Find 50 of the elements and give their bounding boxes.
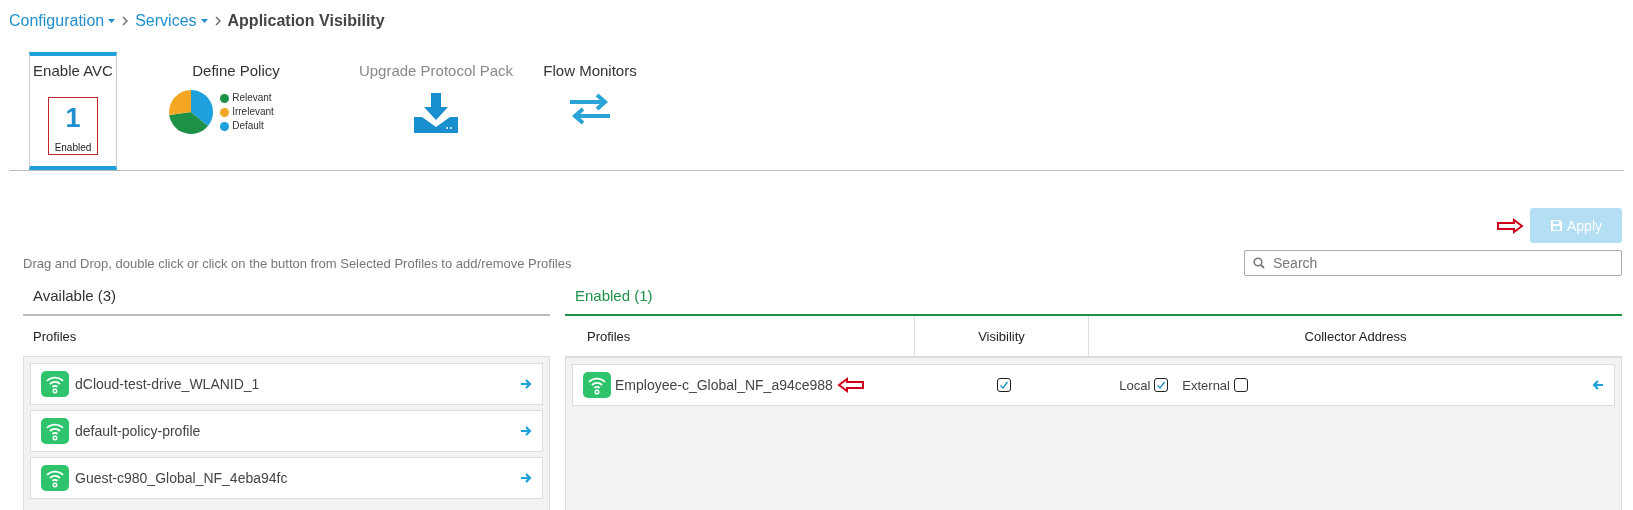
- column-header: Profiles: [587, 328, 631, 344]
- panel-title: Available (3): [23, 287, 550, 316]
- breadcrumb-link[interactable]: Configuration: [9, 12, 116, 30]
- profile-item[interactable]: default-policy-profile: [30, 410, 543, 452]
- add-arrow-icon[interactable]: [520, 472, 532, 484]
- arrow-icon: [1496, 217, 1524, 234]
- chevron-icon: [121, 16, 130, 26]
- checkbox-label: External: [1182, 377, 1230, 393]
- legend-label: Default: [232, 119, 264, 133]
- wifi-icon: [41, 465, 69, 491]
- legend-label: Irrelevant: [232, 105, 274, 119]
- count-caption: Enabled: [54, 142, 92, 153]
- add-arrow-icon[interactable]: [520, 425, 532, 437]
- swap-arrows-icon: [570, 93, 610, 125]
- pie-icon: [168, 89, 215, 135]
- wifi-icon: [41, 371, 69, 397]
- profile-name: Employee-c_Global_NF_a94ce988: [615, 377, 833, 393]
- download-icon: [414, 93, 458, 133]
- column-header: Visibility: [978, 328, 1025, 344]
- count-value: 1: [65, 103, 81, 134]
- checkbox[interactable]: [1234, 378, 1248, 392]
- caret-icon[interactable]: [108, 19, 116, 23]
- instruction-text: Drag and Drop, double click or click on the button from Selected Profiles to add/remove Profiles: [23, 255, 572, 271]
- profile-item[interactable]: Guest-c980_Global_NF_4eba94fc: [30, 457, 543, 499]
- nav-tab[interactable]: Enable AVC 1 Enabled: [29, 52, 117, 170]
- breadcrumb-current: Application Visibility: [227, 12, 385, 30]
- save-icon: [1550, 219, 1563, 232]
- caret-icon[interactable]: [200, 19, 208, 23]
- column-header: Collector Address: [1304, 328, 1407, 344]
- legend-label: Relevant: [232, 91, 272, 105]
- profile-name: dCloud-test-drive_WLANID_1: [75, 376, 261, 392]
- checkbox[interactable]: [996, 378, 1011, 392]
- breadcrumb-link[interactable]: Services: [135, 12, 208, 30]
- nav-tab[interactable]: Define Policy Relevant Irrelevant Default: [151, 52, 321, 170]
- profile-name: default-policy-profile: [75, 423, 202, 439]
- search-field[interactable]: Search: [1244, 250, 1622, 276]
- wifi-icon: [41, 418, 69, 444]
- panel-title: Enabled (1): [565, 287, 1622, 316]
- profile-item[interactable]: Employee-c_Global_NF_a94ce988 Local External: [572, 364, 1615, 406]
- chevron-icon: [213, 16, 222, 26]
- profile-name: Guest-c980_Global_NF_4eba94fc: [75, 470, 289, 486]
- wifi-icon: [583, 372, 611, 398]
- nav-tab[interactable]: Flow Monitors: [531, 52, 649, 170]
- profile-item[interactable]: dCloud-test-drive_WLANID_1: [30, 363, 543, 405]
- remove-arrow-icon[interactable]: [1592, 379, 1604, 391]
- checkbox[interactable]: [1154, 378, 1169, 392]
- checkbox-label: Local: [1119, 377, 1151, 393]
- column-header: Profiles: [32, 328, 77, 344]
- arrow-icon: [836, 377, 865, 393]
- add-arrow-icon[interactable]: [520, 378, 532, 390]
